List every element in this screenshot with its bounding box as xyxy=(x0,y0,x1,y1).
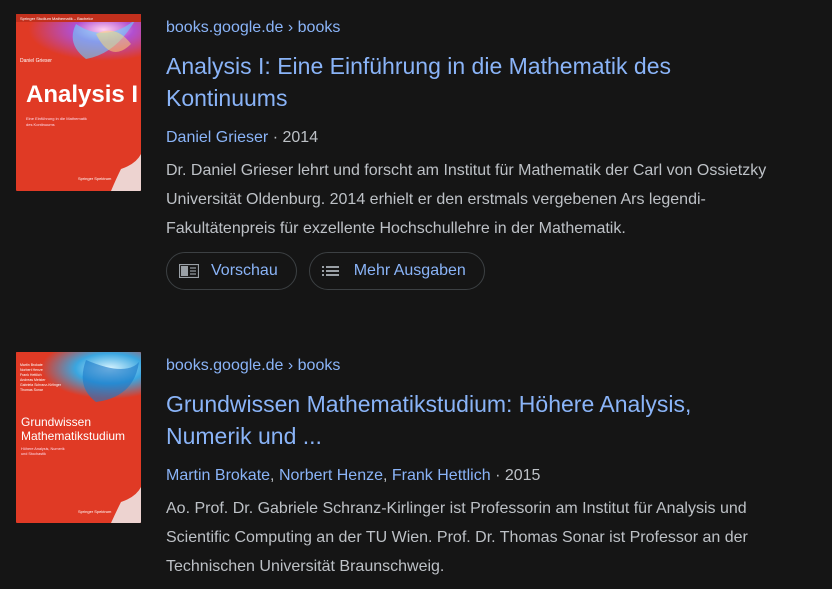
author-link-1[interactable]: Martin Brokate xyxy=(166,467,270,484)
title-line-1[interactable]: Grundwissen Mathematikstudium: Höhere An… xyxy=(166,388,826,420)
cover-subtitle-1: Höhere Analysis, Numerik xyxy=(21,447,65,451)
cover-publisher: Springer Spektrum xyxy=(78,509,112,514)
book-preview-icon xyxy=(179,264,199,278)
cover-name-3: Frank Hettlich xyxy=(20,373,42,377)
result-snippet: Ao. Prof. Dr. Gabriele Schranz-Kirlinger… xyxy=(166,494,826,581)
book-cover-analysis-i: Springer Studium Mathematik – Bachelor D… xyxy=(16,14,141,191)
author-separator: , xyxy=(383,467,388,484)
cover-name-4: Andreas Meister xyxy=(20,378,46,382)
title-line-1[interactable]: Analysis I: Eine Einführung in die Mathe… xyxy=(166,50,826,82)
result-url-breadcrumb[interactable]: books.google.de › books xyxy=(166,14,826,42)
result-title-link[interactable]: Analysis I: Eine Einführung in die Mathe… xyxy=(166,50,826,114)
breadcrumb-link[interactable]: books.google.de › books xyxy=(166,357,340,374)
title-line-2[interactable]: Numerik und ... xyxy=(166,420,826,452)
book-cover-image[interactable]: Martin Brokate Norbert Henze Frank Hettl… xyxy=(16,352,141,523)
result-meta: Daniel Grieser · 2014 xyxy=(166,126,826,150)
author-link-2[interactable]: Norbert Henze xyxy=(279,467,383,484)
snippet-line-2: Scientific Computing an der TU Wien. Pro… xyxy=(166,529,748,546)
author-link[interactable]: Daniel Grieser xyxy=(166,129,268,146)
preview-button[interactable]: Vorschau xyxy=(166,252,297,290)
breadcrumb-link[interactable]: books.google.de › books xyxy=(166,19,340,36)
cover-subtitle-2: des Kontinuums xyxy=(26,122,55,127)
cover-publisher: Springer Spektrum xyxy=(78,176,112,181)
snippet-line-3: Fakultätenpreis für exzellente Hochschul… xyxy=(166,220,626,237)
cover-series: Springer Studium Mathematik – Bachelor xyxy=(20,16,94,21)
author-separator: , xyxy=(270,467,275,484)
result-url-breadcrumb[interactable]: books.google.de › books xyxy=(166,352,826,380)
result-title-link[interactable]: Grundwissen Mathematikstudium: Höhere An… xyxy=(166,388,826,452)
cover-subtitle-1: Eine Einführung in die Mathematik xyxy=(26,116,87,121)
result-actions: Vorschau Mehr Ausgaben xyxy=(166,252,485,290)
book-cover-grundwissen: Martin Brokate Norbert Henze Frank Hettl… xyxy=(16,352,141,523)
book-cover-image[interactable]: Springer Studium Mathematik – Bachelor D… xyxy=(16,14,141,191)
cover-name-6: Thomas Sonar xyxy=(20,388,44,392)
cover-name-5: Gabriela Schranz-Kirlinger xyxy=(20,383,62,387)
more-editions-button[interactable]: Mehr Ausgaben xyxy=(308,252,485,290)
cover-title: Analysis I xyxy=(26,81,138,108)
publish-year: · 2014 xyxy=(272,129,319,146)
cover-name-1: Martin Brokate xyxy=(20,363,43,367)
cover-name-2: Norbert Henze xyxy=(20,368,43,372)
cover-title-2: Mathematikstudium xyxy=(21,429,125,443)
snippet-line-2: Universität Oldenburg. 2014 erhielt er d… xyxy=(166,191,706,208)
cover-title-1: Grundwissen xyxy=(21,415,91,429)
result-snippet: Dr. Daniel Grieser lehrt und forscht am … xyxy=(166,156,826,243)
more-editions-label: Mehr Ausgaben xyxy=(353,262,466,279)
cover-subtitle-2: und Stochastik xyxy=(21,452,46,456)
cover-author: Daniel Grieser xyxy=(20,58,52,64)
preview-label: Vorschau xyxy=(211,262,278,279)
result-meta: Martin Brokate, Norbert Henze, Frank Het… xyxy=(166,464,826,488)
list-icon xyxy=(321,264,342,278)
author-link-3[interactable]: Frank Hettlich xyxy=(392,467,491,484)
snippet-line-3: Technischen Universität Braunschweig. xyxy=(166,558,445,575)
snippet-line-1: Dr. Daniel Grieser lehrt und forscht am … xyxy=(166,162,767,179)
title-line-2[interactable]: Kontinuums xyxy=(166,82,826,114)
publish-year: · 2015 xyxy=(495,467,541,484)
snippet-line-1: Ao. Prof. Dr. Gabriele Schranz-Kirlinger… xyxy=(166,500,747,517)
